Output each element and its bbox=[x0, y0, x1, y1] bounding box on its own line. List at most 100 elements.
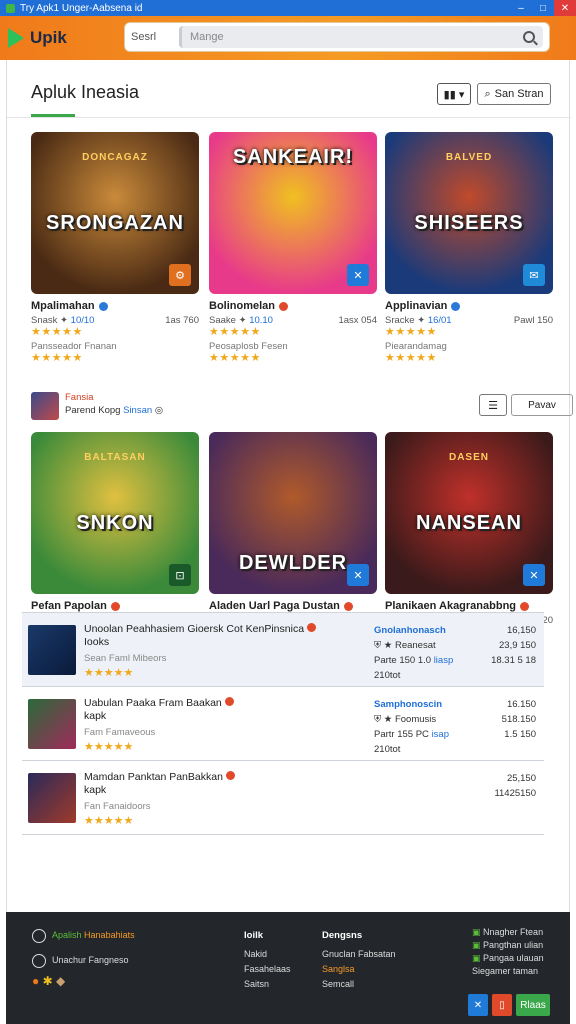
game-art-title: SNKON bbox=[76, 512, 154, 534]
list-detail-link[interactable]: isap bbox=[432, 729, 449, 740]
rating-stars: ★★★★★ bbox=[31, 352, 83, 364]
game-name[interactable]: Pefan Papolan bbox=[31, 600, 107, 612]
game-badge-icon[interactable]: ⚙ bbox=[169, 264, 191, 286]
footer-link[interactable]: Gnuclan Fabsatan bbox=[322, 947, 396, 962]
close-button[interactable]: ✕ bbox=[554, 0, 576, 16]
view-toggle-button[interactable]: ▮▮ ▾ bbox=[437, 83, 471, 105]
footer-link[interactable]: Pangthan ulian bbox=[483, 940, 543, 950]
game-stats: Sracke ✦ 16/01 Pawl 150 bbox=[385, 315, 553, 326]
game-developer: Peosaplosb Fesen bbox=[209, 341, 288, 352]
list-detail-title[interactable]: Samphonoscin bbox=[374, 697, 494, 712]
footer-link[interactable]: Nnagher Ftean bbox=[483, 927, 543, 937]
list-meta: Sean Faml Mibeors bbox=[84, 653, 167, 664]
game-card[interactable]: BALVED SHISEERS ✉ Applinavian Sracke ✦ 1… bbox=[385, 132, 553, 365]
game-badge-icon[interactable]: ✉ bbox=[523, 264, 545, 286]
minimize-button[interactable]: – bbox=[510, 0, 532, 16]
menu-button[interactable]: ☰ bbox=[479, 394, 507, 416]
game-name[interactable]: Applinavian bbox=[385, 300, 447, 312]
list-detail-title[interactable]: Gnolanhonasch bbox=[374, 623, 494, 638]
game-card[interactable]: SANKEAIR! ✕ Bolinomelan Saake ✦ 10.10 1a… bbox=[209, 132, 377, 365]
list-thumbnail[interactable] bbox=[28, 773, 76, 823]
game-art-title: SRONGAZAN bbox=[46, 212, 184, 234]
star-icon: ★ bbox=[383, 640, 393, 651]
game-badge-icon[interactable]: ✕ bbox=[523, 564, 545, 586]
list-subtitle: Iooks bbox=[84, 636, 110, 648]
list-number: 23,9 150 bbox=[499, 640, 536, 651]
section-sub-left: Parend Kopg bbox=[65, 405, 121, 416]
section-title: Fansia bbox=[65, 392, 94, 403]
list-item[interactable]: Mamdan Panktan PanBakkan kapk Fan Fanaid… bbox=[22, 760, 544, 834]
game-name[interactable]: Bolinomelan bbox=[209, 300, 275, 312]
star-icon: ★ bbox=[383, 714, 393, 725]
search-icon[interactable] bbox=[523, 31, 535, 43]
footer-link[interactable]: Fasahelaas bbox=[244, 962, 291, 977]
page-title: Apluk Ineasia bbox=[31, 82, 140, 102]
game-thumbnail[interactable]: DONCAGAZ SRONGAZAN ⚙ bbox=[31, 132, 199, 294]
list-detail-line: ⛨ ★ Foomusis bbox=[374, 712, 494, 727]
social-icon-2[interactable]: ✱ bbox=[43, 974, 53, 988]
game-name[interactable]: Aladen Uarl Paga Dustan bbox=[209, 600, 340, 612]
sort-icon: ⌕ bbox=[484, 87, 491, 100]
list-thumbnail[interactable] bbox=[28, 625, 76, 675]
footer-link[interactable]: Saitsn bbox=[244, 977, 291, 992]
game-thumbnail[interactable]: DASEN NANSEAN ✕ bbox=[385, 432, 553, 594]
list-detail-link[interactable]: liasp bbox=[434, 655, 454, 666]
game-name[interactable]: Mpalimahan bbox=[31, 300, 95, 312]
game-badge-icon[interactable]: ⊡ bbox=[169, 564, 191, 586]
footer-link[interactable]: Pangaa ulauan bbox=[483, 953, 544, 963]
sort-button[interactable]: ⌕ San Stran bbox=[477, 83, 551, 105]
list-detail-line1: Foomusis bbox=[394, 714, 437, 725]
footer-link[interactable]: Siegamer taman bbox=[472, 966, 538, 976]
store-icon: ▣ bbox=[472, 940, 481, 950]
game-badge-icon[interactable]: ✕ bbox=[347, 264, 369, 286]
list-item[interactable]: Unoolan Peahhasiem Gioersk Cot KenPinsni… bbox=[22, 612, 544, 686]
brand-logo[interactable]: Upik bbox=[8, 28, 98, 48]
search-input[interactable]: Mange bbox=[179, 26, 543, 48]
rating-stars: ★★★★★ bbox=[84, 741, 134, 753]
maximize-button[interactable]: □ bbox=[532, 0, 554, 16]
search-scope[interactable]: Sesrl bbox=[131, 31, 179, 43]
section-avatar bbox=[31, 392, 59, 420]
verified-icon bbox=[98, 301, 108, 311]
section-sub-link[interactable]: Sinsan bbox=[123, 405, 152, 416]
game-name[interactable]: Planikaen Akagranabbng bbox=[385, 600, 516, 612]
list-thumbnail[interactable] bbox=[28, 699, 76, 749]
verified-icon bbox=[279, 301, 289, 311]
list-title-text[interactable]: Unoolan Peahhasiem Gioersk Cot KenPinsni… bbox=[84, 623, 304, 635]
game-badge-icon[interactable]: ✕ bbox=[347, 564, 369, 586]
footer-brand-right: Hanabahiats bbox=[84, 930, 135, 940]
footer-link[interactable]: Semcall bbox=[322, 977, 396, 992]
window-title: Try Apk1 Unger-Aabsena id bbox=[20, 2, 143, 14]
list-divider bbox=[22, 834, 544, 835]
footer-link[interactable]: Nakid bbox=[244, 947, 291, 962]
footer-square-button[interactable]: ▯ bbox=[492, 994, 512, 1016]
footer-action-button[interactable]: Rlaas bbox=[516, 994, 550, 1016]
list-meta: Fam Famaveous bbox=[84, 727, 156, 738]
social-icon-3[interactable]: ◆ bbox=[56, 974, 65, 988]
section-featured-header: Fansia Parend Kopg Sinsan ◎ ☰ Pavav bbox=[31, 390, 573, 424]
verified-icon bbox=[451, 301, 461, 311]
footer-buttons: ✕ ▯ Rlaas bbox=[468, 994, 550, 1016]
game-thumbnail[interactable]: BALVED SHISEERS ✉ bbox=[385, 132, 553, 294]
game-art-subtitle: BALVED bbox=[445, 152, 493, 163]
rating-stars: ★★★★★ bbox=[31, 326, 83, 338]
game-card[interactable]: DONCAGAZ SRONGAZAN ⚙ Mpalimahan Snask ✦ … bbox=[31, 132, 199, 365]
list-item[interactable]: Uabulan Paaka Fram Baakan kapk Fam Famav… bbox=[22, 686, 544, 760]
game-thumbnail[interactable]: DEWLDER ✕ bbox=[209, 432, 377, 594]
verified-icon bbox=[306, 623, 316, 632]
game-art-title: SHISEERS bbox=[414, 212, 524, 234]
footer-close-button[interactable]: ✕ bbox=[468, 994, 488, 1016]
list-numbers: 16,150 23,9 150 18.31 5 18 bbox=[491, 623, 536, 668]
verified-icon bbox=[110, 601, 120, 611]
game-stat-right: Pawl 150 bbox=[513, 315, 553, 326]
footer-row2[interactable]: Unachur Fangneso bbox=[52, 955, 129, 965]
filter-button[interactable]: Pavav bbox=[511, 394, 573, 416]
social-icon-1[interactable]: ● bbox=[32, 974, 39, 988]
list-title-text[interactable]: Uabulan Paaka Fram Baakan bbox=[84, 697, 222, 709]
game-thumbnail[interactable]: SANKEAIR! ✕ bbox=[209, 132, 377, 294]
list-title-text[interactable]: Mamdan Panktan PanBakkan bbox=[84, 771, 223, 783]
rating-stars: ★★★★★ bbox=[209, 352, 261, 364]
game-thumbnail[interactable]: BALTASAN SNKON ⊡ bbox=[31, 432, 199, 594]
footer-link[interactable]: Sanglsa bbox=[322, 962, 396, 977]
section-header: Apluk Ineasia ▮▮ ▾ ⌕ San Stran bbox=[7, 60, 571, 118]
